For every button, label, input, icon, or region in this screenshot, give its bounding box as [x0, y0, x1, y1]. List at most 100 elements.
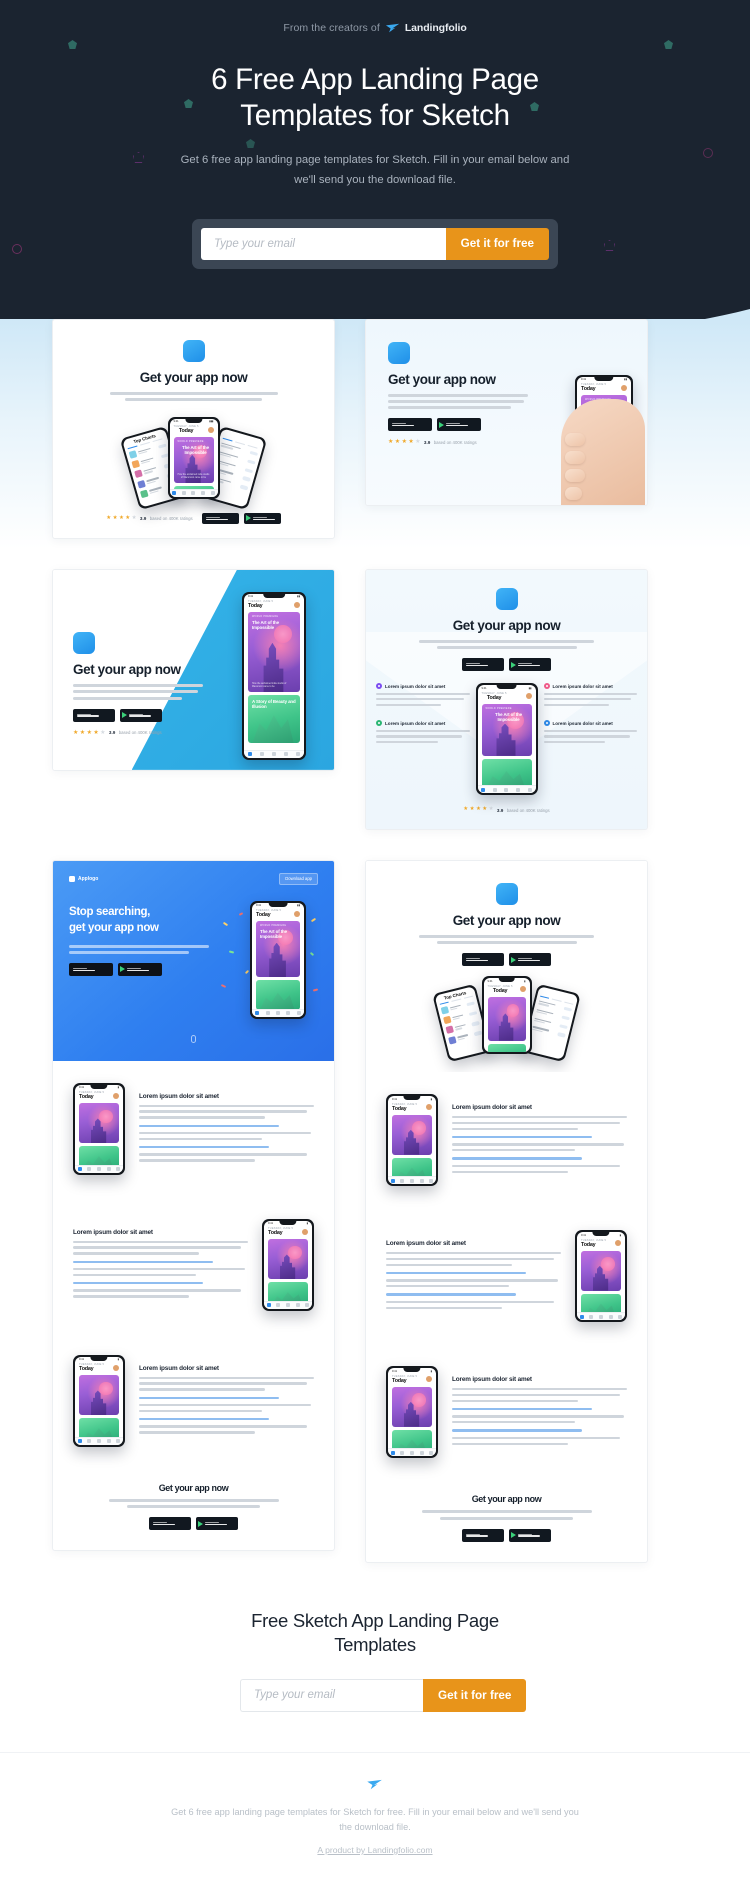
logo-mark-icon	[69, 875, 75, 882]
star-rating: ★ ★ ★ ★ ★ 3.9 based on 400K ratings	[73, 729, 162, 736]
phone-title: Today	[79, 1366, 94, 1373]
landingfolio-logo: Landingfolio	[385, 22, 467, 34]
scroll-indicator-icon	[191, 1034, 196, 1043]
template-card-1[interactable]: Get your app now Top Charts 9:41 ▮▮▮ TUE…	[52, 318, 335, 539]
feature-icon	[376, 683, 382, 690]
template-card-5[interactable]: Applogo Download app Stop searching, get…	[52, 859, 335, 1552]
google-play-badge[interactable]	[243, 512, 281, 524]
google-play-badge[interactable]	[118, 962, 162, 976]
google-play-badge[interactable]	[196, 1517, 238, 1531]
phone-title: Today	[486, 694, 502, 701]
template-heading: Get your app now	[452, 912, 561, 928]
phone-mockup: 9:41 ▮ TUESDAY, JUNE 5 Today	[262, 1218, 314, 1311]
google-play-badge[interactable]	[509, 953, 551, 967]
store-badges	[73, 708, 203, 722]
phone-title: Today	[492, 987, 508, 994]
phone-title: Today	[581, 1241, 596, 1248]
template-body-copy	[69, 944, 209, 954]
feature-card: Lorem ipsum dolor sit amet	[376, 720, 470, 746]
feature-card: Lorem ipsum dolor sit amet	[543, 720, 637, 746]
card-eyebrow: WORLD PREMIERE	[252, 615, 279, 619]
google-play-badge[interactable]	[509, 1528, 551, 1542]
app-logo[interactable]: Applogo	[69, 875, 98, 882]
card-2-title: A Story of Beauty and Illusion	[252, 699, 296, 710]
app-store-badge[interactable]	[462, 658, 504, 672]
feature-title: Lorem ipsum dolor sit amet	[552, 720, 613, 726]
footer-link[interactable]: A product by Landingfolio.com	[317, 1845, 432, 1855]
featured-card-2: A Story of Beauty and Illusion	[248, 695, 300, 744]
google-play-badge[interactable]	[509, 658, 551, 672]
hero-email-input[interactable]	[201, 227, 446, 260]
template-heading: Get your app now	[471, 1494, 542, 1505]
feature-row: 9:41 ▮ TUESDAY, JUNE 5 Today Lorem ipsum d…	[53, 1197, 334, 1333]
featured-card: WORLD PREMIERE The Art of the Impossible	[256, 921, 300, 978]
app-store-badge[interactable]	[201, 512, 239, 524]
template-gallery: Get your app now Top Charts 9:41 ▮▮▮ TUE…	[0, 318, 750, 1563]
bottom-submit-button[interactable]: Get it for free	[423, 1678, 527, 1712]
google-play-badge[interactable]	[120, 708, 162, 722]
template-heading: Get your app now	[388, 371, 496, 387]
rating-caption: based on 400K ratings	[506, 807, 550, 813]
app-store-badge[interactable]	[462, 953, 504, 967]
app-store-badge[interactable]	[388, 418, 432, 432]
template-body-copy	[419, 639, 594, 650]
card-title: The Art of the Impossible	[252, 620, 279, 631]
phone-title: Today	[248, 603, 263, 610]
app-store-badge[interactable]	[149, 1517, 191, 1531]
card-eyebrow: WORLD PREMIERE	[260, 924, 287, 928]
phone-mockup: 9:41 ▮ TUESDAY, JUNE 5 Today	[73, 1082, 125, 1175]
template-card-2[interactable]: Get your app now ★ ★ ★ ★ ★ 3.9 based on …	[365, 318, 648, 506]
store-badges	[69, 962, 209, 976]
template-heading: Get your app now	[73, 661, 181, 677]
template-5-nav: Applogo Download app	[69, 872, 318, 885]
template-card-4[interactable]: Get your app now Lorem ipsum dolor sit a…	[365, 568, 648, 830]
creators-prefix: From the creators of	[283, 22, 380, 34]
phone-title: Today	[178, 428, 194, 435]
phone-mockup-center: 9:41 ▮▮▮ TUESDAY, JUNE 5 Today WORLD PRE…	[167, 416, 220, 499]
template-body-copy	[419, 934, 594, 945]
app-icon	[495, 882, 518, 905]
app-store-badge[interactable]	[73, 708, 115, 722]
star-rating: ★ ★ ★ ★ ★ 3.9 based on 400K ratings	[463, 806, 550, 813]
headline-line-2: get your app now	[69, 921, 159, 934]
featured-card: WORLD PREMIERE The Art of the Impossible…	[173, 437, 214, 484]
template-card-3[interactable]: Get your app now ★ ★ ★ ★ ★ 3.9 based on …	[52, 568, 335, 771]
bottom-email-input[interactable]	[240, 1678, 423, 1712]
feature-row: 9:41 ▮ TUESDAY, JUNE 5 Today Lorem ipsum d…	[366, 1072, 647, 1208]
app-icon	[73, 631, 95, 654]
feature-row-title: Lorem ipsum dolor sit amet	[386, 1239, 466, 1247]
feature-row-title: Lorem ipsum dolor sit amet	[139, 1092, 219, 1100]
template-5-headline: Stop searching, get your app now	[69, 905, 209, 937]
app-store-badge[interactable]	[462, 1528, 504, 1542]
card-title: The Art of the Impossible	[260, 929, 287, 940]
feature-column-left: Lorem ipsum dolor sit amet Lorem ipsum d…	[376, 683, 470, 746]
headline-line-1: Stop searching,	[69, 905, 151, 918]
app-store-badge[interactable]	[69, 962, 113, 976]
store-badges	[388, 418, 528, 432]
template-body-copy	[109, 391, 278, 401]
google-play-badge[interactable]	[437, 418, 481, 432]
bottom-cta-section: Free Sketch App Landing Page Templates G…	[0, 1562, 750, 1752]
feature-icon	[376, 720, 382, 727]
template-card-6[interactable]: Get your app now Top Charts 9:41 ▮ TUESD…	[365, 859, 648, 1563]
template-6-hero: Get your app now Top Charts 9:41 ▮ TUESD…	[366, 860, 647, 1073]
template-5-hero: Applogo Download app Stop searching, get…	[53, 860, 334, 1061]
feature-title: Lorem ipsum dolor sit amet	[385, 683, 446, 689]
rating-and-badges-row: ★ ★ ★ ★ ★ 3.9 based on 400K ratings	[67, 512, 320, 524]
download-app-button[interactable]: Download app	[279, 872, 318, 885]
hero-submit-button[interactable]: Get it for free	[445, 227, 549, 260]
card-title: The Art of the Impossible	[495, 711, 522, 722]
rating-value: 3.9	[496, 807, 504, 813]
template-grid: Get your app now Top Charts 9:41 ▮▮▮ TUE…	[52, 318, 698, 1563]
feature-column-right: Lorem ipsum dolor sit amet Lorem ipsum d…	[543, 683, 637, 746]
feature-icon	[543, 720, 550, 727]
phone-title: Today	[581, 386, 596, 392]
featured-card: WORLD PREMIERE The Art of the Impossible	[481, 703, 532, 756]
avatar	[207, 426, 214, 433]
landingfolio-name: Landingfolio	[404, 22, 467, 34]
feature-card: Lorem ipsum dolor sit amet	[543, 683, 637, 709]
card-foot: How the acclaimed indie studio of Macumo…	[252, 682, 287, 689]
star-rating: ★ ★ ★ ★ ★ 3.9 based on 400K ratings	[106, 514, 193, 521]
phone-mockup: 9:41 ▮ TUESDAY, JUNE 5 Today	[386, 1366, 438, 1459]
phone-mockup: 9:41 ▮▮ TUESDAY, JUNE 5 Today	[250, 900, 306, 1019]
